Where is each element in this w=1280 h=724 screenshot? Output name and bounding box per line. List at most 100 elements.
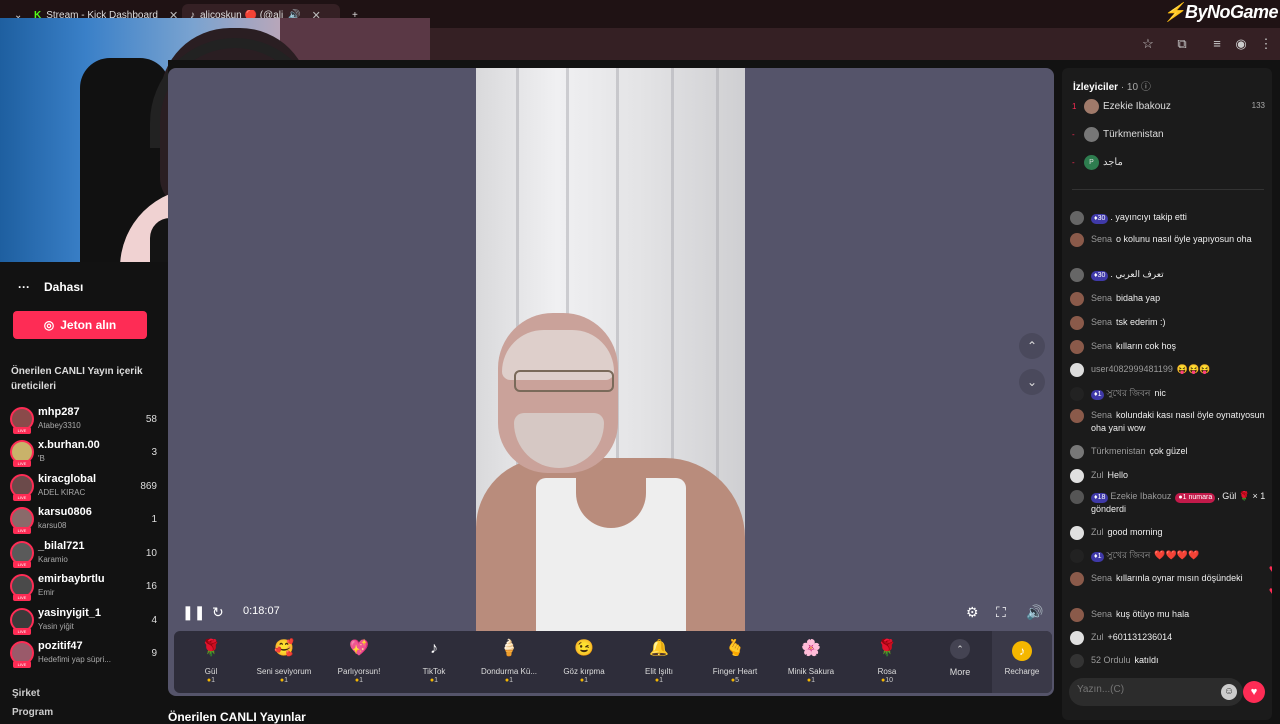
- chat-username[interactable]: Türkmenistan: [1091, 446, 1146, 456]
- chat-username[interactable]: Zul: [1091, 632, 1104, 642]
- previous-live-button[interactable]: ⌃: [1019, 333, 1045, 359]
- chat-username[interactable]: সুখের জিবন: [1106, 550, 1150, 560]
- fullscreen-icon[interactable]: ⛶: [996, 604, 1006, 621]
- viewer-rank: -: [1072, 158, 1075, 167]
- creator-row[interactable]: LIVE mhp287 Atabey3310 58: [10, 405, 160, 435]
- gift-name: Gül: [204, 667, 218, 676]
- chat-message-body: Sena kılların cok hoş: [1091, 340, 1267, 353]
- live-badge: LIVE: [13, 628, 31, 635]
- gift-price: ●1: [322, 677, 396, 684]
- gift-icon: ♪: [430, 640, 438, 657]
- chat-message-body: Sena o kolunu nasıl öyle yapıyosun oha: [1091, 233, 1267, 246]
- footer-link-program[interactable]: Program: [12, 707, 53, 718]
- profile-avatar[interactable]: ◉: [1233, 36, 1249, 52]
- chat-avatar: [1070, 211, 1084, 225]
- menu-icon[interactable]: ⋮: [1258, 36, 1274, 52]
- get-coins-button[interactable]: ◎ Jeton alın: [13, 311, 147, 339]
- chat-text: bidaha yap: [1116, 293, 1161, 303]
- media-icon[interactable]: ≡: [1209, 36, 1225, 51]
- viewer-row[interactable]: - Türkmenistan: [1072, 127, 1267, 147]
- recharge-button[interactable]: ♪ Recharge: [992, 631, 1052, 693]
- chat-input[interactable]: [1077, 684, 1207, 695]
- creator-row[interactable]: LIVE karsu0806 karsu08 1: [10, 505, 160, 535]
- gift-item[interactable]: 🌸 Minik Sakura ●1: [774, 637, 848, 684]
- gift-name: Seni seviyorum: [256, 667, 312, 676]
- chat-username[interactable]: Sena: [1091, 609, 1112, 619]
- footer-link-company[interactable]: Şirket: [12, 688, 40, 699]
- creator-name: emirbaybrtlu: [38, 573, 105, 585]
- gift-icon: 🌹: [201, 640, 221, 657]
- chat-username[interactable]: Sena: [1091, 293, 1112, 303]
- chat-username[interactable]: Zul: [1091, 527, 1104, 537]
- gift-item[interactable]: 🫰 Finger Heart ●5: [698, 637, 772, 684]
- gift-item[interactable]: 🌹 Rosa ●10: [850, 637, 924, 684]
- creator-viewer-count: 16: [145, 581, 157, 592]
- chat-avatar: [1070, 469, 1084, 483]
- chat-username[interactable]: সুখের জিবন: [1106, 388, 1150, 398]
- viewer-avatar: [1084, 127, 1099, 142]
- chat-username[interactable]: Zul: [1091, 470, 1104, 480]
- chat-message-body: Zul Hello: [1091, 469, 1267, 482]
- gift-price: ●1: [622, 677, 696, 684]
- more-nav-item[interactable]: ··· Dahası: [18, 280, 83, 294]
- chat-username[interactable]: Ezekie Ibakouz: [1110, 491, 1171, 501]
- gift-item[interactable]: 💖 Parlıyorsun! ●1: [322, 637, 396, 684]
- chat-text: Hello: [1107, 470, 1129, 480]
- settings-icon[interactable]: ⚙: [966, 604, 979, 621]
- live-video-player[interactable]: ⌃ ⌄ ❚❚ ↻ 0:18:07 ⚙ ⛶ 🔊: [168, 68, 1054, 696]
- viewer-name: Ezekie Ibakouz: [1103, 101, 1171, 112]
- chat-text: . تعرف العربي: [1110, 269, 1164, 279]
- volume-icon[interactable]: 🔊: [1026, 604, 1043, 621]
- chat-avatar: [1070, 363, 1084, 377]
- chat-text: nic: [1154, 388, 1166, 398]
- viewer-row[interactable]: 1 Ezekie Ibakouz 133: [1072, 99, 1267, 119]
- creator-row[interactable]: LIVE yasinyigit_1 Yasin yiğit 4: [10, 606, 160, 636]
- more-gifts-button[interactable]: ⌃ More: [940, 639, 980, 677]
- creator-row[interactable]: LIVE emirbaybrtlu Emir 16: [10, 572, 160, 602]
- creator-subtitle: Atabey3310: [38, 421, 81, 430]
- gift-item[interactable]: 🍦 Dondurma Kü... ●1: [472, 637, 546, 684]
- emoji-icon[interactable]: ☺: [1221, 684, 1237, 700]
- info-icon[interactable]: ⓘ: [1141, 82, 1151, 93]
- chat-username[interactable]: user4082999481199: [1091, 364, 1173, 374]
- next-live-button[interactable]: ⌄: [1019, 369, 1045, 395]
- more-dots-icon: ···: [18, 280, 30, 294]
- chat-username[interactable]: Sena: [1091, 410, 1112, 420]
- chat-avatar: [1070, 409, 1084, 423]
- creator-viewer-count: 3: [151, 447, 157, 458]
- like-button[interactable]: ♥: [1243, 681, 1265, 703]
- creator-row[interactable]: LIVE kiracglobal ADEL KIRAC 869: [10, 472, 160, 502]
- creator-row[interactable]: LIVE pozitif47 Hedefimi yap süpri... 9: [10, 639, 160, 669]
- creator-row[interactable]: LIVE x.burhan.00 'B 3: [10, 438, 160, 468]
- gift-price-value: 1: [434, 677, 439, 684]
- gift-item[interactable]: 🔔 Elit Işıltı ●1: [622, 637, 696, 684]
- suggested-lives-heading: Önerilen CANLI Yayınlar: [168, 710, 306, 724]
- chat-username[interactable]: Sena: [1091, 341, 1112, 351]
- left-sidebar: ··· Dahası ◎ Jeton alın Önerilen CANLI Y…: [0, 262, 168, 720]
- extensions-icon[interactable]: ⧉: [1174, 36, 1190, 52]
- creator-viewer-count: 58: [145, 414, 157, 425]
- refresh-icon[interactable]: ↻: [212, 604, 224, 621]
- creator-row[interactable]: LIVE _bilal721 Karamio 10: [10, 539, 160, 569]
- more-label: Dahası: [44, 280, 84, 294]
- chat-username[interactable]: 52 Ordulu: [1091, 655, 1131, 665]
- chat-input-box[interactable]: ☺: [1069, 678, 1243, 706]
- gift-item[interactable]: 🥰 Seni seviyorum ●1: [247, 637, 321, 684]
- gift-item[interactable]: 😉 Göz kırpma ●1: [547, 637, 621, 684]
- video-person-glasses: [514, 370, 614, 392]
- pause-icon[interactable]: ❚❚: [182, 604, 205, 621]
- gift-icon: 🫰: [725, 640, 745, 657]
- gift-item[interactable]: ♪ TikTok ●1: [397, 637, 471, 684]
- star-icon[interactable]: ☆: [1140, 36, 1156, 52]
- viewer-row[interactable]: - P ماجد: [1072, 155, 1267, 175]
- live-badge: LIVE: [13, 494, 31, 501]
- chat-username[interactable]: Sena: [1091, 573, 1112, 583]
- gift-name: TikTok: [422, 667, 446, 676]
- get-coins-label: Jeton alın: [60, 318, 117, 332]
- chat-username[interactable]: Sena: [1091, 317, 1112, 327]
- gift-item[interactable]: 🌹 Gül ●1: [174, 637, 248, 684]
- heart-icon: ♥: [1250, 686, 1258, 698]
- creator-subtitle: 'B: [38, 454, 45, 463]
- chat-username[interactable]: Sena: [1091, 234, 1112, 244]
- viewer-name: Türkmenistan: [1103, 129, 1164, 140]
